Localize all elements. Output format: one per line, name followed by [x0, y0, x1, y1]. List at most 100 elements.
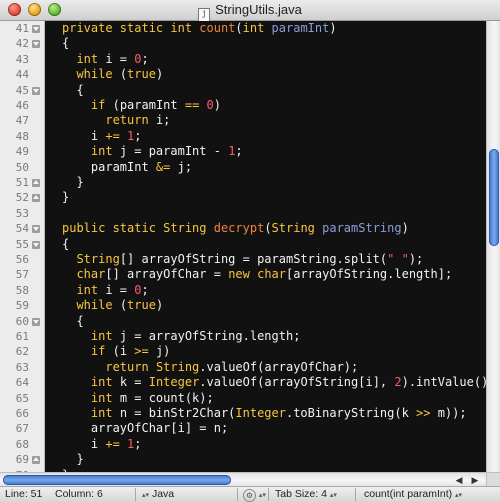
gutter-line: 66	[0, 406, 44, 421]
code-token: char	[76, 267, 105, 281]
gutter-line: 50	[0, 160, 44, 175]
fold-collapse-icon[interactable]	[32, 40, 40, 48]
line-number: 54	[3, 221, 29, 236]
code-token: .toBinaryString(k	[286, 406, 416, 420]
gutter-line: 61	[0, 329, 44, 344]
code-token: n = binStr2Char(	[120, 406, 236, 420]
code-line[interactable]: }	[62, 190, 69, 205]
code-line[interactable]: {	[62, 237, 69, 252]
tab-size-select[interactable]: Tab Size: 4 ▴▾	[275, 488, 337, 502]
gutter-line: 41	[0, 21, 44, 36]
scroll-left-arrow-icon[interactable]: ◀	[452, 473, 466, 487]
code-token: 2	[394, 375, 401, 389]
code-token: arrayOfChar[i] = n;	[62, 421, 228, 435]
code-token: (	[264, 221, 271, 235]
code-line[interactable]: }	[62, 452, 84, 467]
code-token: ;	[142, 52, 149, 66]
code-token: String	[76, 252, 119, 266]
fold-collapse-icon[interactable]	[32, 241, 40, 249]
line-number: 66	[3, 406, 29, 421]
code-line[interactable]: int k = Integer.valueOf(arrayOfString[i]…	[62, 375, 486, 390]
code-token: int	[243, 21, 272, 35]
line-number: 60	[3, 314, 29, 329]
code-token: int	[91, 406, 120, 420]
gutter-line: 42	[0, 36, 44, 51]
line-number: 52	[3, 190, 29, 205]
line-number: 67	[3, 421, 29, 436]
code-token: {	[62, 237, 69, 251]
gutter-line: 62	[0, 344, 44, 359]
language-select[interactable]: ▴▾ Java	[142, 488, 174, 502]
code-token	[62, 252, 76, 266]
code-line[interactable]: int i = 0;	[62, 52, 149, 67]
code-line[interactable]: paramInt &= j;	[62, 160, 192, 175]
code-line[interactable]: i += 1;	[62, 437, 142, 452]
code-token: int	[76, 52, 105, 66]
code-line[interactable]: int m = count(k);	[62, 391, 214, 406]
code-line[interactable]: int n = binStr2Char(Integer.toBinaryStri…	[62, 406, 467, 421]
gutter-line: 47	[0, 113, 44, 128]
code-line[interactable]: {	[62, 314, 84, 329]
line-number: 48	[3, 129, 29, 144]
fold-collapse-icon[interactable]	[32, 225, 40, 233]
code-line[interactable]: if (i >= j)	[62, 344, 170, 359]
title-bar[interactable]: jStringUtils.java	[0, 0, 500, 21]
code-line[interactable]: String[] arrayOfString = paramString.spl…	[62, 252, 423, 267]
settings-gear-menu[interactable]: ⚙ ▴▾	[243, 488, 266, 502]
gutter-line: 65	[0, 391, 44, 406]
code-token: >=	[134, 344, 148, 358]
code-line[interactable]: {	[62, 83, 84, 98]
horizontal-scroll-thumb[interactable]	[3, 475, 231, 485]
status-divider	[355, 488, 356, 501]
fold-end-icon[interactable]	[32, 194, 40, 202]
horizontal-scrollbar[interactable]: ◀ ▶	[0, 472, 486, 487]
code-token: public static	[62, 221, 163, 235]
gutter-line: 48	[0, 129, 44, 144]
code-line[interactable]: char[] arrayOfChar = new char[arrayOfStr…	[62, 267, 452, 282]
gutter-line: 59	[0, 298, 44, 313]
gutter-line: 46	[0, 98, 44, 113]
gutter-line: 55	[0, 237, 44, 252]
code-line[interactable]: i += 1;	[62, 129, 142, 144]
code-text-area[interactable]: private static int count(int paramInt){ …	[45, 21, 486, 472]
vertical-scroll-thumb[interactable]	[489, 149, 499, 246]
code-token: )	[214, 98, 221, 112]
code-line[interactable]: int j = arrayOfString.length;	[62, 329, 300, 344]
code-token: Integer	[149, 375, 200, 389]
code-line[interactable]: if (paramInt == 0)	[62, 98, 221, 113]
code-line[interactable]: return String.valueOf(arrayOfChar);	[62, 360, 358, 375]
code-token: )	[402, 221, 409, 235]
code-line[interactable]: while (true)	[62, 67, 163, 82]
code-line[interactable]: return i;	[62, 113, 170, 128]
code-line[interactable]: private static int count(int paramInt)	[62, 21, 337, 36]
fold-collapse-icon[interactable]	[32, 318, 40, 326]
code-token: }	[62, 190, 69, 204]
vertical-scrollbar[interactable]	[486, 21, 500, 472]
fold-end-icon[interactable]	[32, 456, 40, 464]
gutter-line: 60	[0, 314, 44, 329]
code-token: [] arrayOfChar =	[105, 267, 228, 281]
code-token: i =	[105, 283, 134, 297]
code-token	[62, 344, 91, 358]
code-line[interactable]: public static String decrypt(String para…	[62, 221, 409, 236]
scroll-right-arrow-icon[interactable]: ▶	[468, 473, 482, 487]
code-line[interactable]: arrayOfChar[i] = n;	[62, 421, 228, 436]
code-line[interactable]: int i = 0;	[62, 283, 149, 298]
fold-collapse-icon[interactable]	[32, 25, 40, 33]
line-number: 56	[3, 252, 29, 267]
code-token: j)	[149, 344, 171, 358]
code-editor[interactable]: 4142434445464748495051525354555657585960…	[0, 21, 486, 472]
gutter-line: 56	[0, 252, 44, 267]
code-line[interactable]: int j = paramInt - 1;	[62, 144, 243, 159]
code-line[interactable]: }	[62, 175, 84, 190]
code-token: 0	[134, 52, 141, 66]
fold-end-icon[interactable]	[32, 179, 40, 187]
code-line[interactable]: while (true)	[62, 298, 163, 313]
fold-collapse-icon[interactable]	[32, 87, 40, 95]
code-token: );	[409, 252, 423, 266]
line-number: 50	[3, 160, 29, 175]
symbol-select[interactable]: count(int paramInt) ▴▾	[364, 488, 462, 502]
code-token: paramInt	[62, 160, 156, 174]
code-token: String	[156, 360, 199, 374]
code-line[interactable]: {	[62, 36, 69, 51]
